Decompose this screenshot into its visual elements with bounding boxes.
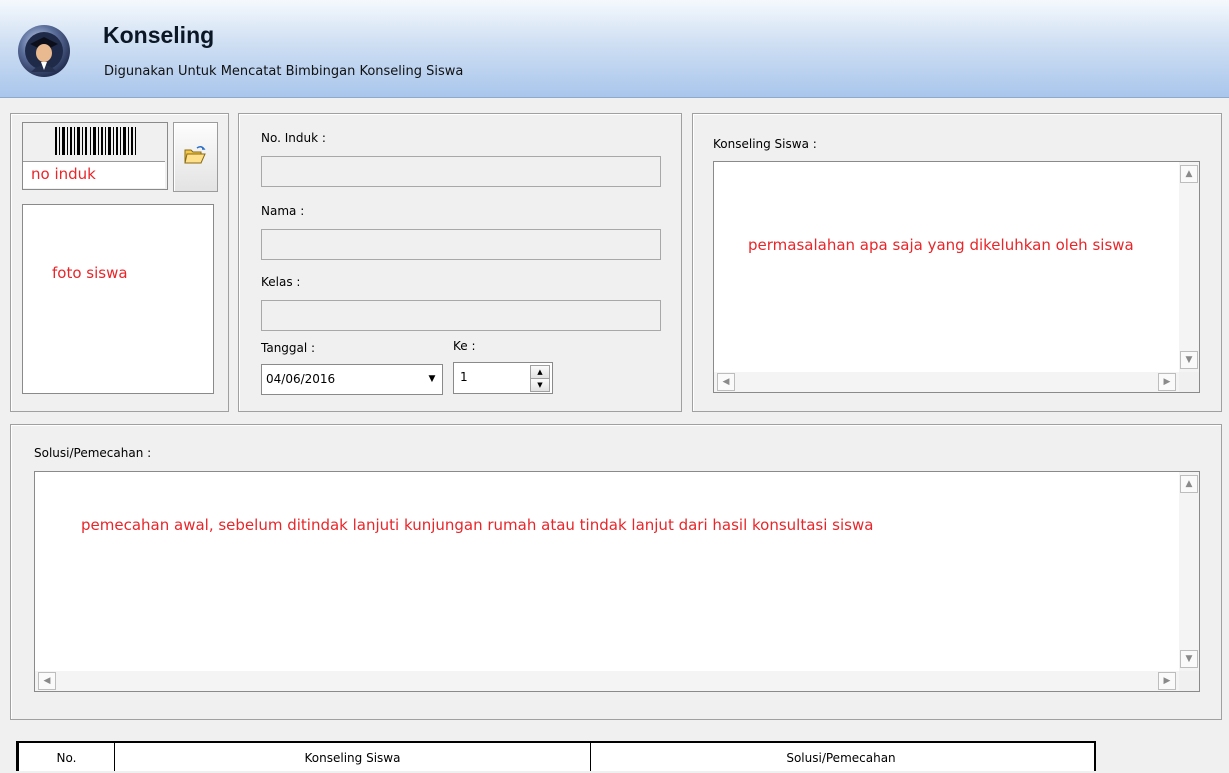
chevron-down-icon[interactable]: ▼ <box>424 371 440 387</box>
kelas-field[interactable] <box>261 300 661 331</box>
header-banner: Konseling Digunakan Untuk Mencatat Bimbi… <box>0 0 1229 98</box>
spin-up-icon[interactable]: ▲ <box>530 365 550 379</box>
kelas-label: Kelas : <box>261 275 301 289</box>
no-induk-hint: no induk <box>31 165 96 183</box>
folder-open-icon <box>184 145 206 168</box>
konseling-grid[interactable]: No. Konseling Siswa Solusi/Pemecahan <box>16 741 1096 771</box>
ke-label: Ke : <box>453 339 476 353</box>
barcode-icon <box>53 127 137 155</box>
scroll-down-icon[interactable]: ▼ <box>1180 650 1198 668</box>
konseling-label: Konseling Siswa : <box>713 137 817 151</box>
no-induk-display: no induk <box>23 161 165 188</box>
solusi-label: Solusi/Pemecahan : <box>34 446 152 460</box>
spin-down-icon[interactable]: ▼ <box>530 378 550 392</box>
page-title: Konseling <box>103 22 215 48</box>
nama-label: Nama : <box>261 204 305 218</box>
open-photo-button[interactable] <box>173 122 218 192</box>
ke-spinner[interactable]: 1 ▲ ▼ <box>453 362 553 394</box>
scroll-right-icon[interactable]: ▶ <box>1158 672 1176 690</box>
scroll-up-icon[interactable]: ▲ <box>1180 475 1198 493</box>
grid-header-solusi[interactable]: Solusi/Pemecahan <box>591 743 1091 771</box>
konseling-text: permasalahan apa saja yang dikeluhkan ol… <box>748 236 1134 254</box>
tanggal-label: Tanggal : <box>261 341 316 355</box>
tanggal-date-picker[interactable]: 04/06/2016 ▼ <box>261 364 443 395</box>
page-subtitle: Digunakan Untuk Mencatat Bimbingan Konse… <box>104 64 464 79</box>
tanggal-value: 04/06/2016 <box>266 372 336 386</box>
scroll-left-icon[interactable]: ◀ <box>38 672 56 690</box>
scroll-left-icon[interactable]: ◀ <box>717 373 735 391</box>
vertical-scrollbar[interactable]: ▲ ▼ <box>1179 472 1199 671</box>
grid-header-konseling[interactable]: Konseling Siswa <box>115 743 591 771</box>
nama-field[interactable] <box>261 229 661 260</box>
scroll-corner <box>1179 671 1199 691</box>
ke-value: 1 <box>460 370 468 384</box>
no-induk-label: No. Induk : <box>261 131 326 145</box>
barcode-box: no induk <box>22 122 168 190</box>
horizontal-scrollbar[interactable]: ◀ ▶ <box>714 372 1179 392</box>
no-induk-field[interactable] <box>261 156 661 187</box>
vertical-scrollbar[interactable]: ▲ ▼ <box>1179 162 1199 372</box>
solusi-memo[interactable]: pemecahan awal, sebelum ditindak lanjuti… <box>34 471 1200 692</box>
scroll-corner <box>1179 372 1199 392</box>
scroll-up-icon[interactable]: ▲ <box>1180 165 1198 183</box>
horizontal-scrollbar[interactable]: ◀ ▶ <box>35 671 1179 691</box>
scroll-right-icon[interactable]: ▶ <box>1158 373 1176 391</box>
student-graduate-icon <box>17 24 71 78</box>
student-photo[interactable]: foto siswa <box>22 204 214 394</box>
solusi-text: pemecahan awal, sebelum ditindak lanjuti… <box>81 516 874 534</box>
konseling-memo[interactable]: permasalahan apa saja yang dikeluhkan ol… <box>713 161 1200 393</box>
photo-hint: foto siswa <box>52 264 128 282</box>
grid-header-no[interactable]: No. <box>19 743 115 771</box>
scroll-down-icon[interactable]: ▼ <box>1180 351 1198 369</box>
